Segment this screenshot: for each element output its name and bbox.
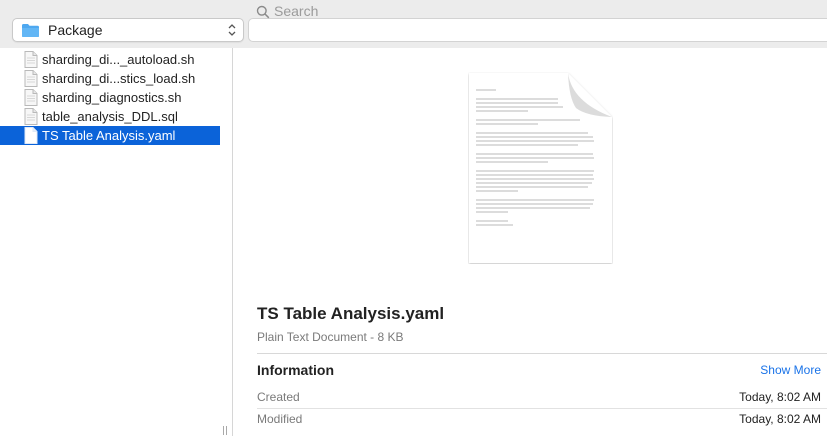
folder-icon: [22, 24, 39, 37]
file-label: sharding_di..._autoload.sh: [42, 52, 195, 67]
file-list: sharding_di..._autoload.sh sharding_di..…: [0, 50, 232, 145]
created-label: Created: [257, 390, 300, 404]
created-value: Today, 8:02 AM: [739, 390, 821, 404]
toolbar: Package Search: [0, 0, 827, 48]
file-row-selected[interactable]: TS Table Analysis.yaml: [0, 126, 220, 145]
file-label: sharding_diagnostics.sh: [42, 90, 182, 105]
document-icon: [24, 108, 38, 125]
preview-kind-size: Plain Text Document - 8 KB: [257, 330, 404, 344]
info-divider: [257, 353, 827, 354]
file-row[interactable]: sharding_di..._autoload.sh: [0, 50, 220, 69]
chevron-up-down-icon: [228, 24, 236, 36]
show-more-button[interactable]: Show More: [760, 363, 821, 378]
file-row[interactable]: sharding_diagnostics.sh: [0, 88, 220, 107]
file-row[interactable]: table_analysis_DDL.sql: [0, 107, 220, 126]
search-placeholder: Search: [274, 3, 319, 19]
document-icon: [24, 89, 38, 106]
location-popup-button[interactable]: Package: [12, 18, 244, 42]
document-preview-icon: [469, 73, 612, 263]
modified-value: Today, 8:02 AM: [739, 412, 821, 426]
search-icon: [256, 5, 270, 19]
column-resize-handle[interactable]: [222, 426, 228, 435]
location-label: Package: [48, 22, 103, 38]
document-icon: [24, 51, 38, 68]
file-row[interactable]: sharding_di...stics_load.sh: [0, 69, 220, 88]
preview-filename: TS Table Analysis.yaml: [257, 304, 445, 323]
modified-label: Modified: [257, 412, 303, 426]
file-label: table_analysis_DDL.sql: [42, 109, 178, 124]
file-list-pane[interactable]: sharding_di..._autoload.sh sharding_di..…: [0, 48, 232, 436]
document-icon: [24, 127, 38, 144]
file-label: sharding_di...stics_load.sh: [42, 71, 196, 86]
search-field[interactable]: [248, 18, 827, 42]
document-icon: [24, 70, 38, 87]
file-label: TS Table Analysis.yaml: [42, 128, 176, 143]
info-row-modified: Modified Today, 8:02 AM: [257, 410, 827, 430]
information-heading: Information: [257, 362, 334, 378]
info-row-created: Created Today, 8:02 AM: [257, 388, 827, 409]
